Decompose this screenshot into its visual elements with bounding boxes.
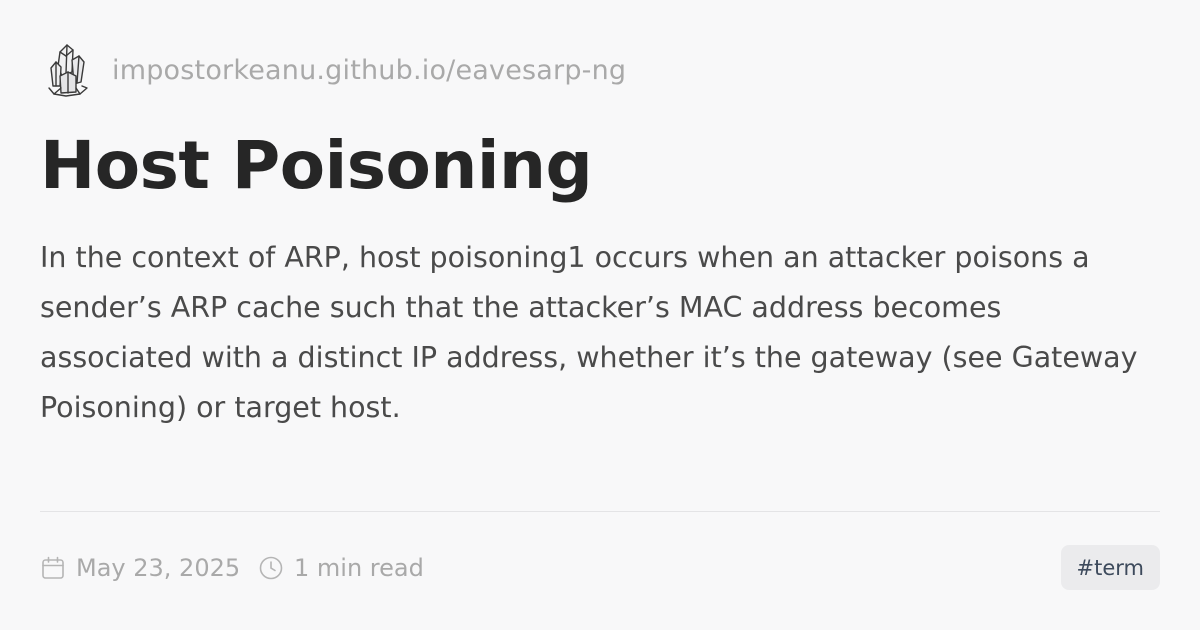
site-url-link[interactable]: impostorkeanu.github.io/eavesarp-ng <box>112 55 626 86</box>
article-description: In the context of ARP, host poisoning1 o… <box>40 241 1138 424</box>
page-title: Host Poisoning <box>40 127 593 204</box>
publish-date: May 23, 2025 <box>40 545 240 590</box>
calendar-icon <box>42 556 64 579</box>
read-time-text: 1 min read <box>294 553 424 582</box>
clock-icon <box>259 556 283 579</box>
meta-bar: May 23, 2025 1 min read #term <box>40 545 1160 590</box>
read-time: 1 min read <box>258 545 424 590</box>
crystal-cluster-icon[interactable] <box>46 42 90 98</box>
divider <box>40 511 1160 512</box>
publish-date-text: May 23, 2025 <box>76 553 241 582</box>
site-header: impostorkeanu.github.io/eavesarp-ng <box>46 40 626 100</box>
tag-term[interactable]: #term <box>1060 545 1160 590</box>
